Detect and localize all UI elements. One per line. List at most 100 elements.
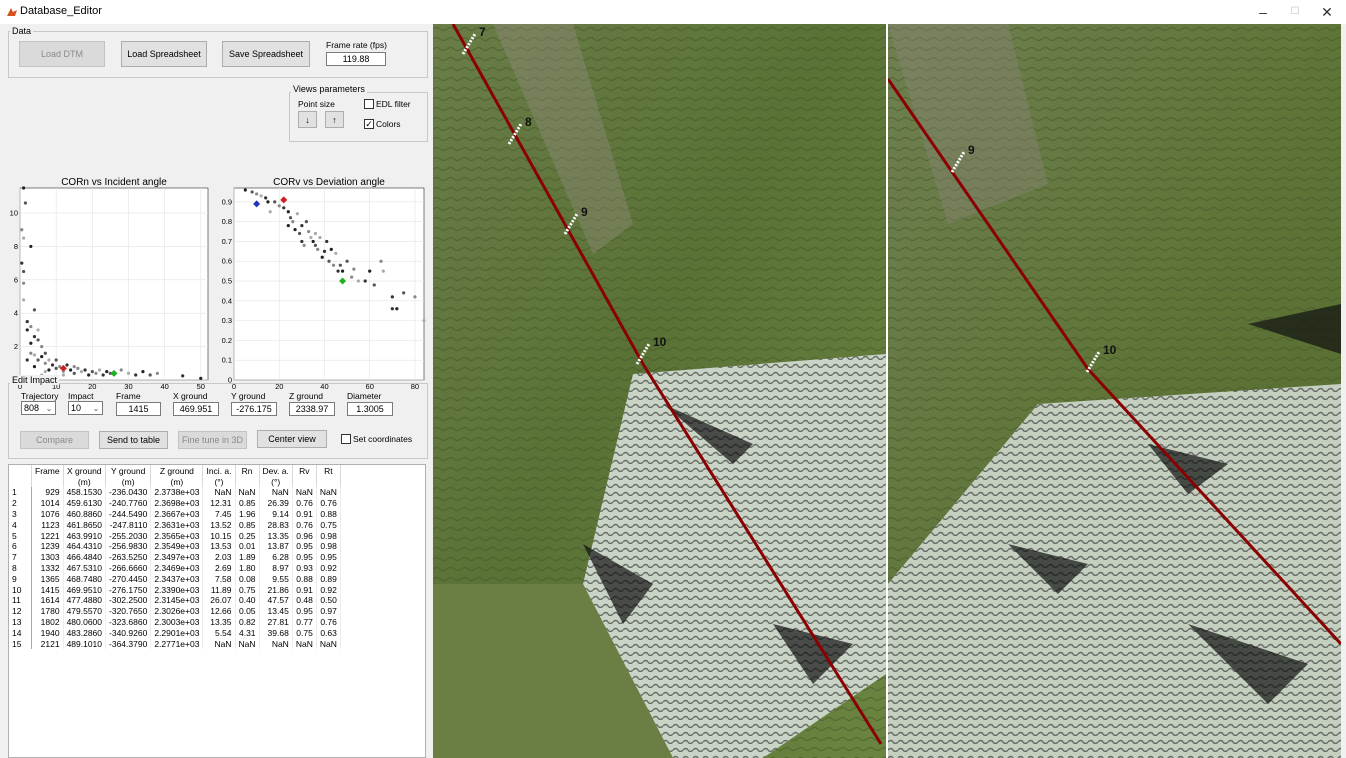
table-row[interactable]: 3 1076 460.8860 -244.5490 2.3667e+03 7.45 1.96… (9, 508, 341, 520)
row-number[interactable]: 5 (9, 530, 32, 541)
table-cell[interactable]: 0.95 (292, 551, 317, 563)
impact-select[interactable]: 10 ⌄ (68, 401, 103, 415)
table-cell[interactable]: 1.80 (235, 562, 260, 574)
table-cell[interactable]: 39.68 (259, 627, 293, 639)
table-cell[interactable]: 0.96 (292, 530, 317, 541)
table-cell[interactable]: 461.8650 (63, 519, 107, 531)
table-cell[interactable]: 2.3145e+03 (150, 594, 204, 606)
table-cell[interactable]: NaN (316, 487, 341, 498)
table-cell[interactable]: 0.85 (235, 497, 260, 509)
table-cell[interactable]: -266.6660 (105, 562, 152, 574)
table-cell[interactable]: 1.96 (235, 508, 260, 520)
table-cell[interactable]: -323.6860 (105, 616, 152, 628)
table-cell[interactable]: 1940 (31, 627, 64, 639)
table-cell[interactable]: 11.89 (202, 584, 236, 595)
table-cell[interactable]: 0.98 (316, 540, 341, 552)
column-header[interactable]: X ground (63, 465, 107, 476)
table-cell[interactable]: 1123 (31, 519, 64, 531)
table-cell[interactable]: 10.15 (202, 530, 236, 541)
table-cell[interactable]: -244.5490 (105, 508, 152, 520)
table-cell[interactable]: -256.9830 (105, 540, 152, 552)
table-row[interactable]: 5 1221 463.9910 -255.2030 2.3565e+03 10.15 0.2… (9, 530, 341, 541)
table-row[interactable]: 7 1303 466.4840 -263.5250 2.3497e+03 2.03 1.89… (9, 551, 341, 563)
table-cell[interactable]: 2.3667e+03 (150, 508, 204, 520)
table-cell[interactable]: 1239 (31, 540, 64, 552)
table-cell[interactable]: 0.82 (235, 616, 260, 628)
minimize-button[interactable]: – (1248, 2, 1278, 22)
table-cell[interactable]: 2.2771e+03 (150, 638, 204, 649)
column-header[interactable]: Frame (31, 465, 64, 476)
table-cell[interactable]: 0.95 (292, 605, 317, 617)
table-cell[interactable]: 2.3565e+03 (150, 530, 204, 541)
frame-input[interactable]: 1415 (116, 402, 161, 416)
table-cell[interactable]: 13.52 (202, 519, 236, 531)
table-cell[interactable]: 6.28 (259, 551, 293, 563)
table-cell[interactable]: 0.85 (235, 519, 260, 531)
table-cell[interactable]: 9.55 (259, 573, 293, 585)
table-cell[interactable]: 27.81 (259, 616, 293, 628)
table-cell[interactable]: 1332 (31, 562, 64, 574)
table-row[interactable]: 10 1415 469.9510 -276.1750 2.3390e+03 11.89 0.… (9, 584, 341, 595)
table-cell[interactable]: 0.89 (316, 573, 341, 585)
table-row[interactable]: 12 1780 479.5570 -320.7650 2.3026e+03 12.66 0.… (9, 605, 341, 617)
table-cell[interactable]: 2.3698e+03 (150, 497, 204, 509)
table-cell[interactable]: 13.35 (259, 530, 293, 541)
table-cell[interactable]: 47.57 (259, 594, 293, 606)
table-cell[interactable]: 483.2860 (63, 627, 107, 639)
table-cell[interactable]: -302.2500 (105, 594, 152, 606)
table-cell[interactable]: 0.92 (316, 562, 341, 574)
3d-view-right[interactable]: 9 10 (888, 24, 1341, 758)
table-cell[interactable]: 0.95 (292, 540, 317, 552)
frame-rate-input[interactable]: 119.88 (326, 52, 386, 66)
row-number[interactable]: 1 (9, 487, 32, 498)
table-cell[interactable]: 459.6130 (63, 497, 107, 509)
table-cell[interactable]: -255.2030 (105, 530, 152, 541)
column-header[interactable]: Y ground (105, 465, 152, 476)
table-cell[interactable]: 7.58 (202, 573, 236, 585)
row-number[interactable]: 10 (9, 584, 32, 595)
table-cell[interactable]: 489.1010 (63, 638, 107, 649)
table-cell[interactable]: 2.3390e+03 (150, 584, 204, 595)
table-cell[interactable]: -270.4450 (105, 573, 152, 585)
table-cell[interactable]: 0.48 (292, 594, 317, 606)
table-cell[interactable]: 26.39 (259, 497, 293, 509)
table-cell[interactable]: -236.0430 (105, 487, 152, 498)
table-cell[interactable]: 0.95 (316, 551, 341, 563)
table-row[interactable]: 14 1940 483.2860 -340.9260 2.2901e+03 5.54 4.3… (9, 627, 341, 639)
point-size-up-button[interactable]: ↑ (325, 111, 344, 128)
table-row[interactable]: 15 2121 489.1010 -364.3790 2.2771e+03 NaN NaN N… (9, 638, 341, 649)
column-header[interactable]: Rv (292, 465, 317, 476)
column-header[interactable]: Rn (235, 465, 260, 476)
column-header[interactable]: Dev. a. (259, 465, 293, 476)
table-cell[interactable]: -263.5250 (105, 551, 152, 563)
table-cell[interactable]: 1221 (31, 530, 64, 541)
table-cell[interactable]: 1076 (31, 508, 64, 520)
table-cell[interactable]: 2.3469e+03 (150, 562, 204, 574)
table-cell[interactable]: 2.3026e+03 (150, 605, 204, 617)
table-cell[interactable]: 1365 (31, 573, 64, 585)
table-cell[interactable]: 0.76 (316, 616, 341, 628)
set-coordinates-checkbox[interactable] (341, 434, 351, 444)
row-number[interactable]: 7 (9, 551, 32, 563)
table-cell[interactable]: 1614 (31, 594, 64, 606)
table-cell[interactable]: 0.77 (292, 616, 317, 628)
3d-view-left[interactable]: 7 8 9 10 (433, 24, 886, 758)
table-cell[interactable]: -247.8110 (105, 519, 152, 531)
table-cell[interactable]: 1303 (31, 551, 64, 563)
table-cell[interactable]: 0.75 (316, 519, 341, 531)
table-cell[interactable]: 2.3437e+03 (150, 573, 204, 585)
row-number[interactable]: 6 (9, 540, 32, 552)
load-spreadsheet-button[interactable]: Load Spreadsheet (121, 41, 207, 67)
table-cell[interactable]: 0.91 (292, 584, 317, 595)
table-row[interactable]: 8 1332 467.5310 -266.6660 2.3469e+03 2.69 1.80… (9, 562, 341, 574)
table-cell[interactable]: 2.3738e+03 (150, 487, 204, 498)
table-cell[interactable]: 0.88 (292, 573, 317, 585)
impacts-table-container[interactable]: Frame X ground Y ground Z ground Inci. a. Rn D… (8, 464, 426, 758)
table-row[interactable]: 9 1365 468.7480 -270.4450 2.3437e+03 7.58 0.08… (9, 573, 341, 585)
maximize-button[interactable]: ☐ (1280, 2, 1310, 22)
table-cell[interactable]: 469.9510 (63, 584, 107, 595)
table-cell[interactable]: 0.63 (316, 627, 341, 639)
table-cell[interactable]: 9.14 (259, 508, 293, 520)
table-cell[interactable]: 2.69 (202, 562, 236, 574)
compare-button[interactable]: Compare (20, 431, 89, 449)
